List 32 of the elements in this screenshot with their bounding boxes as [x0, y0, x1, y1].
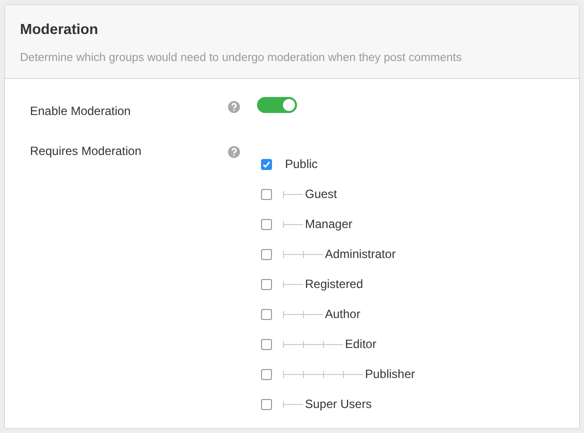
tree-connector: [283, 340, 343, 348]
tree-connector: [283, 250, 323, 258]
tree-connector: [283, 280, 303, 288]
setting-label: Enable Moderation: [30, 104, 131, 118]
group-label: Registered: [305, 276, 364, 293]
checkbox[interactable]: [261, 368, 272, 380]
group-label: Guest: [305, 186, 338, 203]
help-icon[interactable]: [228, 100, 240, 113]
group-label: Publisher: [365, 366, 416, 383]
tree-connector: [283, 310, 323, 318]
setting-label: Requires Moderation: [30, 144, 142, 158]
checkbox[interactable]: [261, 398, 272, 410]
checkbox[interactable]: [261, 218, 272, 230]
tree-connector: [283, 190, 303, 198]
group-label: Editor: [345, 336, 376, 353]
checkbox[interactable]: [261, 338, 272, 350]
group-label: Super Users: [305, 396, 372, 413]
group-label: Author: [325, 306, 360, 323]
tree-connector: [283, 400, 303, 408]
tree-connector: [283, 220, 303, 228]
checkbox[interactable]: [261, 188, 272, 200]
group-label: Administrator: [325, 246, 396, 263]
group-label: Public: [285, 156, 318, 173]
checkbox[interactable]: [261, 248, 272, 260]
checkbox[interactable]: [261, 158, 272, 170]
toggle-switch[interactable]: [257, 97, 297, 113]
section-description: Determine which groups would need to undergo moderation when they post comments: [20, 50, 463, 66]
help-icon[interactable]: [228, 146, 240, 158]
checkbox[interactable]: [261, 308, 272, 320]
checkbox[interactable]: [261, 278, 272, 290]
group-label: Manager: [305, 216, 352, 233]
section-title: Moderation: [20, 21, 100, 40]
